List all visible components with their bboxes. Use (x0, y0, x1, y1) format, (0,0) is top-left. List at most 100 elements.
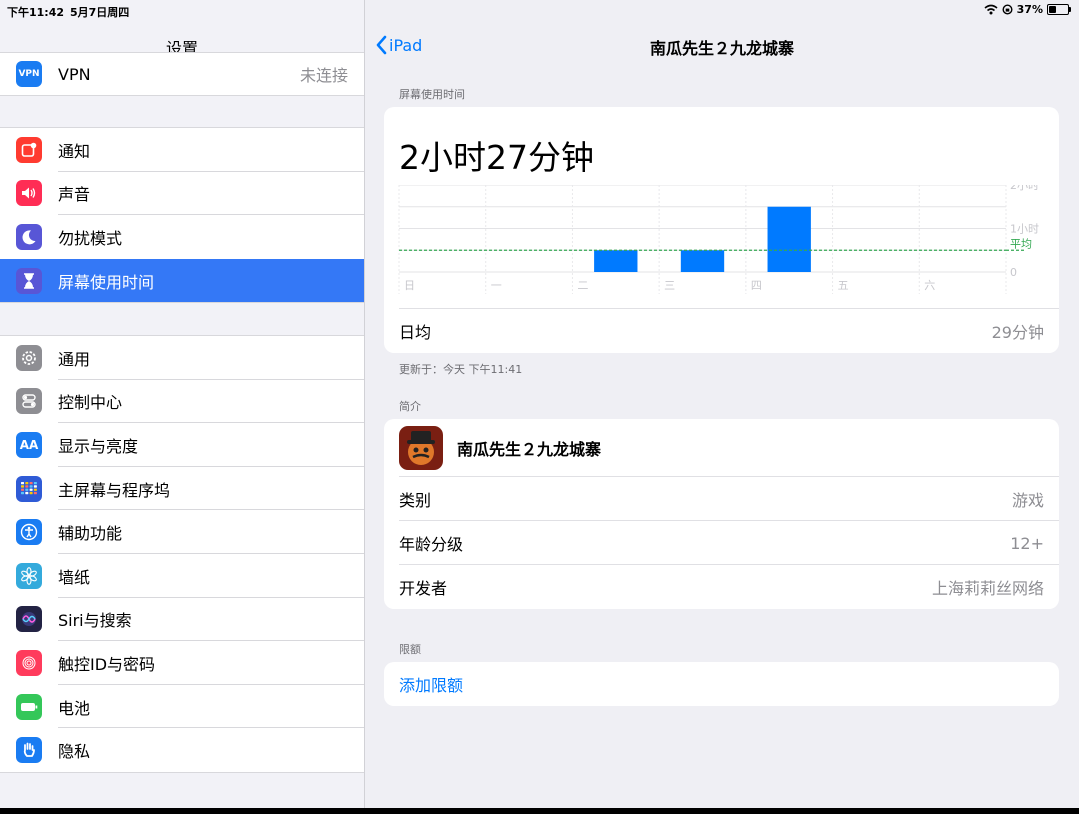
sidebar-item-display[interactable]: AA 显示与亮度 (0, 423, 364, 467)
x-tick-label: 一 (491, 279, 502, 292)
orientation-lock-icon (1002, 4, 1013, 15)
limits-card: 添加限额 (384, 662, 1059, 706)
developer-label: 开发者 (399, 579, 448, 598)
app-row: 南瓜先生２九龙城寨 (384, 419, 1059, 477)
bar-4 (767, 206, 811, 272)
daily-average-value: 29分钟 (991, 323, 1044, 342)
sidebar-item-label: 声音 (58, 185, 91, 205)
daily-average-row: 日均 29分钟 (384, 309, 1059, 353)
sidebar-item-wallpaper[interactable]: 墙纸 (0, 554, 364, 598)
sidebar-item-label: Siri与搜索 (58, 611, 132, 631)
sidebar-item-label: 控制中心 (58, 393, 123, 413)
text-size-icon: AA (16, 431, 42, 458)
page-title: 南瓜先生２九龙城寨 (649, 39, 794, 58)
sidebar-item-label: 电池 (58, 698, 91, 718)
app-info-card: 南瓜先生２九龙城寨 类别 游戏 年龄分级 12+ 开发者 上海莉莉丝网络 (384, 419, 1059, 609)
fingerprint-icon (16, 649, 42, 676)
sidebar-item-label: 隐私 (58, 742, 91, 762)
battery-fill (1049, 6, 1056, 13)
screen-time-header: 屏幕使用时间 (399, 88, 465, 101)
bar-2 (594, 250, 638, 272)
sidebar-item-label: 勿扰模式 (58, 228, 123, 248)
sidebar-item-touch-id[interactable]: 触控ID与密码 (0, 641, 364, 685)
notification-icon (16, 136, 42, 163)
sidebar-item-home-screen[interactable]: 主屏幕与程序坞 (0, 467, 364, 511)
settings-sidebar: 设置 VPN VPN 未连接 通知 声音 勿扰模式 屏幕使用时间 通用 控制中心 AA 显示… (0, 0, 365, 808)
developer-value: 上海莉莉丝网络 (931, 579, 1044, 598)
limits-header: 限额 (399, 643, 421, 656)
screen: 设置 VPN VPN 未连接 通知 声音 勿扰模式 屏幕使用时间 通用 控制中心 AA 显示… (0, 0, 1079, 808)
gear-icon (16, 344, 42, 371)
sidebar-item-control-center[interactable]: 控制中心 (0, 380, 364, 424)
sidebar-item-label: 显示与亮度 (58, 436, 139, 456)
status-date: 5月7日周四 (70, 6, 130, 19)
usage-card: 2小时27分钟 2小时 1小时 0 平均日 一 二 三 四 五 六 日均 29分钟 (384, 107, 1059, 353)
daily-average-label: 日均 (399, 323, 432, 342)
x-tick-label: 五 (838, 279, 849, 292)
sidebar-item-siri[interactable]: Siri与搜索 (0, 598, 364, 642)
y-tick-label: 1小时 (1010, 223, 1039, 236)
sidebar-item-dnd[interactable]: 勿扰模式 (0, 215, 364, 259)
sidebar-item-label: 通知 (58, 141, 91, 161)
x-tick-label: 日 (404, 279, 415, 292)
sidebar-item-sounds[interactable]: 声音 (0, 172, 364, 216)
siri-icon (16, 606, 42, 633)
app-name: 南瓜先生２九龙城寨 (457, 440, 602, 459)
sidebar-item-label: 辅助功能 (58, 524, 123, 544)
battery-icon (16, 693, 42, 720)
hand-icon (16, 737, 42, 764)
status-time: 下午11:42 (7, 6, 65, 19)
developer-row: 开发者 上海莉莉丝网络 (384, 565, 1059, 609)
vpn-status: 未连接 (299, 66, 348, 85)
sidebar-item-label: 墙纸 (58, 567, 91, 587)
toggles-icon (16, 388, 42, 415)
flower-icon (16, 562, 42, 589)
sidebar-item-notifications[interactable]: 通知 (0, 128, 364, 172)
average-label: 平均 (1010, 237, 1032, 250)
status-bar: 下午11:42 5月7日周四 37% (0, 0, 1079, 20)
total-time: 2小时27分钟 (399, 138, 594, 177)
usage-chart: 2小时 1小时 0 平均日 一 二 三 四 五 六 (398, 185, 1039, 294)
age-rating-row: 年龄分级 12+ (384, 521, 1059, 565)
battery-percent: 37% (1016, 3, 1043, 16)
app-icon (399, 426, 443, 470)
divider (399, 308, 1059, 309)
vpn-icon: VPN (16, 61, 42, 87)
info-header: 简介 (399, 400, 421, 413)
sidebar-item-privacy[interactable]: 隐私 (0, 728, 364, 772)
battery-icon (1047, 4, 1071, 15)
network-group: VPN VPN 未连接 (0, 52, 364, 96)
sidebar-item-label: 屏幕使用时间 (58, 272, 155, 292)
sidebar-item-accessibility[interactable]: 辅助功能 (0, 510, 364, 554)
sidebar-item-general[interactable]: 通用 (0, 336, 364, 380)
sidebar-item-vpn[interactable]: VPN VPN 未连接 (0, 53, 364, 95)
category-value: 游戏 (1011, 491, 1044, 510)
grid-icon (16, 475, 42, 502)
x-tick-label: 三 (664, 279, 675, 292)
y-tick-label: 0 (1010, 266, 1017, 279)
add-limit-button[interactable]: 添加限额 (384, 662, 1059, 706)
notifications-group: 通知声音勿扰模式屏幕使用时间 (0, 127, 364, 304)
bar-3 (680, 250, 725, 272)
sidebar-item-label: 主屏幕与程序坞 (58, 480, 171, 500)
sidebar-item-label: VPN (58, 64, 91, 84)
general-group: 通用控制中心 AA 显示与亮度主屏幕与程序坞 辅助功能墙纸 Siri与搜索触控ID与密码… (0, 335, 364, 773)
x-tick-label: 二 (577, 279, 588, 292)
bottom-edge (0, 808, 1079, 814)
age-rating-value: 12+ (1010, 533, 1044, 553)
speaker-icon (16, 180, 42, 207)
updated-time: 更新于：今天 下午11:41 (399, 363, 523, 376)
category-label: 类别 (399, 491, 432, 510)
app-detail-pane: iPad 南瓜先生２九龙城寨 屏幕使用时间 2小时27分钟 2小时 1小时 0 平均日… (365, 0, 1079, 808)
moon-icon (16, 223, 42, 250)
category-row: 类别 游戏 (384, 477, 1059, 521)
sidebar-item-label: 通用 (58, 349, 91, 369)
wifi-icon (984, 4, 998, 15)
x-tick-label: 六 (924, 279, 935, 292)
sidebar-item-screen-time[interactable]: 屏幕使用时间 (0, 258, 364, 303)
accessibility-icon (16, 519, 42, 546)
x-tick-label: 四 (751, 279, 762, 292)
sidebar-item-battery[interactable]: 电池 (0, 685, 364, 729)
y-tick-label: 2小时 (1010, 185, 1039, 192)
age-rating-label: 年龄分级 (399, 535, 464, 554)
